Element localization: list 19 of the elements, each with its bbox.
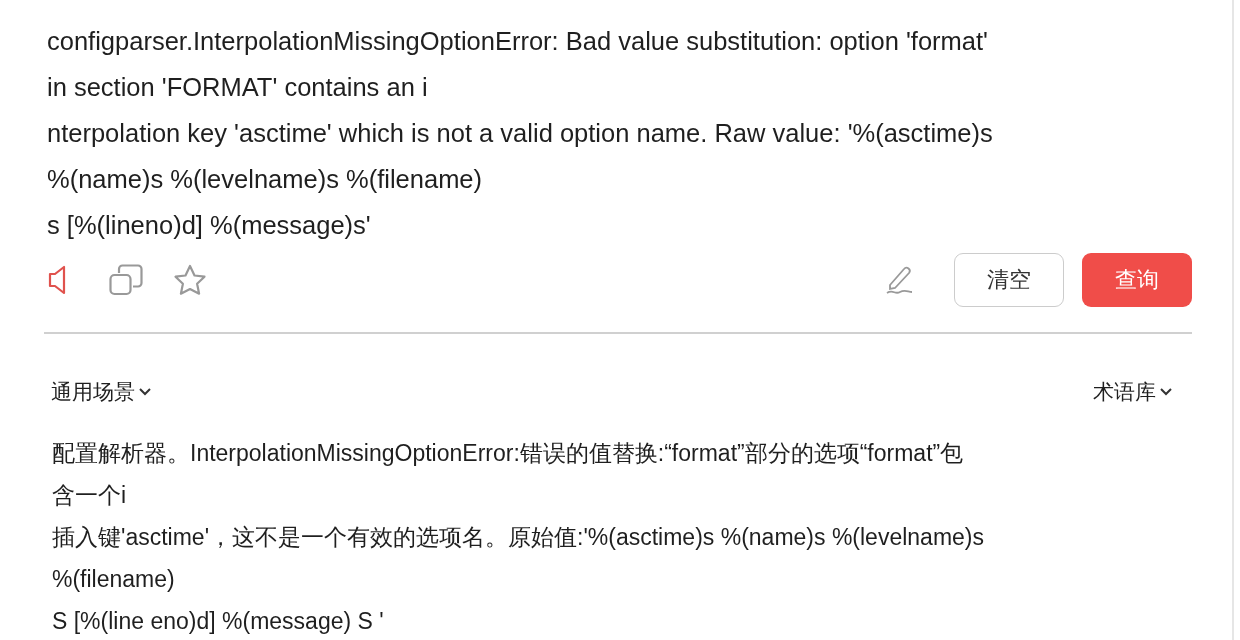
chevron-down-icon: [139, 388, 151, 396]
source-text-line: configparser.InterpolationMissingOptionError: Bad value substitution: option 'format': [47, 26, 988, 57]
speaker-icon[interactable]: [47, 265, 67, 295]
source-text-line: in section 'FORMAT' contains an i: [47, 72, 428, 103]
chevron-down-icon: [1160, 388, 1172, 396]
scene-dropdown[interactable]: 通用场景: [51, 378, 135, 406]
star-icon[interactable]: [173, 264, 207, 296]
query-button[interactable]: 查询: [1082, 253, 1192, 307]
translation-text-line: 配置解析器。InterpolationMissingOptionError:错误的值替换:“format”部分的选项“format”包: [52, 439, 964, 468]
glossary-dropdown[interactable]: 术语库: [1093, 378, 1156, 406]
translation-text-line: 含一个i: [52, 481, 127, 510]
source-text-line: s [%(lineno)d] %(message)s': [47, 210, 371, 241]
translation-text-line: 插入键'asctime'，这不是一个有效的选项名。原始值:'%(asctime)s %(name)s %(levelname)s: [52, 523, 984, 552]
copy-icon[interactable]: [109, 264, 143, 296]
translation-text-line: S [%(line eno)d] %(message) S ': [52, 607, 384, 636]
source-text-line: %(name)s %(levelname)s %(filename): [47, 164, 483, 195]
clear-button[interactable]: 清空: [954, 253, 1064, 307]
translation-text-line: %(filename): [52, 565, 175, 594]
source-text-line: nterpolation key 'asctime' which is not a valid option name. Raw value: '%(asctime)s: [47, 118, 993, 149]
